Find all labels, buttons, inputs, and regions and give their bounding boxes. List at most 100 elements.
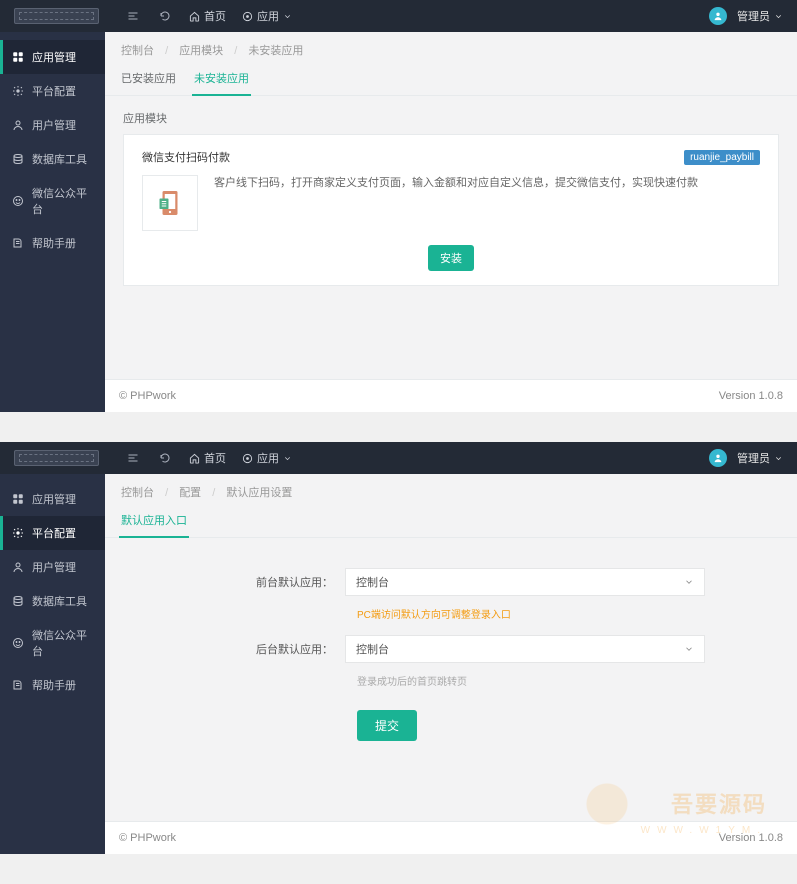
- chevron-down-icon: [684, 577, 694, 587]
- chevron-down-icon: [774, 12, 783, 21]
- section-label: 应用模块: [105, 96, 797, 134]
- tab-not-installed[interactable]: 未安装应用: [192, 64, 251, 96]
- sidebar-item-platform[interactable]: 平台配置: [0, 74, 105, 108]
- breadcrumb: 控制台 / 配置 / 默认应用设置: [105, 474, 797, 506]
- app-label: 应用: [257, 8, 279, 24]
- sidebar-item-apps-icon: [12, 51, 24, 63]
- install-button[interactable]: 安装: [428, 245, 474, 271]
- user-label: 管理员: [737, 8, 770, 24]
- sidebar-item-users[interactable]: 用户管理: [0, 550, 105, 584]
- sidebar-item-platform-icon: [12, 85, 24, 97]
- sidebar-item-label: 平台配置: [32, 525, 76, 541]
- refresh-icon[interactable]: [159, 10, 171, 22]
- sidebar-item-apps[interactable]: 应用管理: [0, 40, 105, 74]
- form-area: 前台默认应用： 控制台 PC端访问默认方向可调整登录入口 后台默认应用： 控制台: [105, 538, 797, 771]
- back-default-label: 后台默认应用：: [145, 641, 345, 657]
- refresh-icon[interactable]: [159, 452, 171, 464]
- sidebar-item-wechat[interactable]: 微信公众平台: [0, 176, 105, 226]
- footer-version: Version 1.0.8: [719, 832, 783, 844]
- sidebar-item-label: 帮助手册: [32, 677, 76, 693]
- sidebar-toggle-icon[interactable]: [127, 10, 139, 22]
- sidebar-item-help[interactable]: 帮助手册: [0, 668, 105, 702]
- sidebar-item-users-icon: [12, 119, 24, 131]
- sidebar-item-wechat-icon: [12, 195, 24, 207]
- sidebar-item-help-icon: [12, 237, 24, 249]
- sidebar-item-platform-icon: [12, 527, 24, 539]
- sidebar-item-database[interactable]: 数据库工具: [0, 142, 105, 176]
- sidebar-item-wechat[interactable]: 微信公众平台: [0, 618, 105, 668]
- crumb[interactable]: 配置: [179, 487, 201, 499]
- sidebar-item-label: 用户管理: [32, 117, 76, 133]
- sidebar-item-label: 平台配置: [32, 83, 76, 99]
- tabs: 已安装应用 未安装应用: [105, 64, 797, 96]
- sidebar-toggle-icon[interactable]: [127, 452, 139, 464]
- breadcrumb: 控制台 / 应用模块 / 未安装应用: [105, 32, 797, 64]
- avatar: [709, 449, 727, 467]
- user-menu[interactable]: 管理员: [709, 7, 783, 25]
- app-label: 应用: [257, 450, 279, 466]
- front-default-label: 前台默认应用：: [145, 574, 345, 590]
- chevron-down-icon: [283, 12, 292, 21]
- footer-version: Version 1.0.8: [719, 390, 783, 402]
- sidebar-item-platform[interactable]: 平台配置: [0, 516, 105, 550]
- footer-copyright: © PHPwork: [119, 390, 176, 402]
- user-label: 管理员: [737, 450, 770, 466]
- card-title: 微信支付扫码付款: [142, 149, 230, 165]
- logo[interactable]: [14, 450, 99, 466]
- chevron-down-icon: [774, 454, 783, 463]
- sidebar-item-help-icon: [12, 679, 24, 691]
- back-default-select[interactable]: 控制台: [345, 635, 705, 663]
- crumb: 未安装应用: [248, 45, 303, 57]
- footer-copyright: © PHPwork: [119, 832, 176, 844]
- sidebar: 应用管理平台配置用户管理数据库工具微信公众平台帮助手册: [0, 474, 105, 854]
- footer: © PHPwork Version 1.0.8: [105, 821, 797, 854]
- select-value: 控制台: [356, 641, 389, 657]
- sidebar-item-label: 数据库工具: [32, 593, 87, 609]
- sidebar-item-help[interactable]: 帮助手册: [0, 226, 105, 260]
- crumb[interactable]: 控制台: [121, 487, 154, 499]
- crumb[interactable]: 控制台: [121, 45, 154, 57]
- crumb[interactable]: 应用模块: [179, 45, 223, 57]
- sidebar-item-label: 应用管理: [32, 49, 76, 65]
- sidebar-item-label: 用户管理: [32, 559, 76, 575]
- user-menu[interactable]: 管理员: [709, 449, 783, 467]
- sidebar-item-wechat-icon: [12, 637, 24, 649]
- sidebar-item-apps[interactable]: 应用管理: [0, 482, 105, 516]
- home-label: 首页: [204, 8, 226, 24]
- sidebar-item-label: 微信公众平台: [32, 185, 93, 217]
- sidebar-item-database-icon: [12, 595, 24, 607]
- sidebar: 应用管理平台配置用户管理数据库工具微信公众平台帮助手册: [0, 32, 105, 412]
- tab-default-entry[interactable]: 默认应用入口: [119, 506, 189, 538]
- topbar: 首页 应用 管理员: [0, 0, 797, 32]
- screenshot-panel-2: 首页 应用 管理员 应用管理平台配置用户管理数据库工具微信公众平台帮助手册 控制…: [0, 442, 797, 854]
- front-default-select[interactable]: 控制台: [345, 568, 705, 596]
- tab-installed[interactable]: 已安装应用: [119, 64, 178, 95]
- module-thumbnail: [142, 175, 198, 231]
- module-description: 客户线下扫码，打开商家定义支付页面，输入金额和对应自定义信息，提交微信支付，实现…: [214, 175, 760, 193]
- chevron-down-icon: [684, 644, 694, 654]
- chevron-down-icon: [283, 454, 292, 463]
- topbar: 首页 应用 管理员: [0, 442, 797, 474]
- sidebar-item-database-icon: [12, 153, 24, 165]
- home-link[interactable]: 首页: [189, 450, 226, 466]
- sidebar-item-label: 数据库工具: [32, 151, 87, 167]
- screenshot-panel-1: 首页 应用 管理员 应用管理平台配置用户管理数据库工具微信公众平台帮助手册 控制…: [0, 0, 797, 412]
- crumb: 默认应用设置: [226, 487, 292, 499]
- sidebar-item-label: 微信公众平台: [32, 627, 93, 659]
- logo[interactable]: [14, 8, 99, 24]
- back-hint: 登录成功后的首页跳转页: [145, 669, 757, 702]
- sidebar-item-label: 应用管理: [32, 491, 76, 507]
- sidebar-item-database[interactable]: 数据库工具: [0, 584, 105, 618]
- content-area: 控制台 / 应用模块 / 未安装应用 已安装应用 未安装应用 应用模块 微信支付…: [105, 32, 797, 412]
- home-link[interactable]: 首页: [189, 8, 226, 24]
- watermark-text: 吾要源码: [671, 787, 767, 819]
- tabs: 默认应用入口: [105, 506, 797, 538]
- select-value: 控制台: [356, 574, 389, 590]
- app-dropdown[interactable]: 应用: [242, 8, 292, 24]
- home-label: 首页: [204, 450, 226, 466]
- footer: © PHPwork Version 1.0.8: [105, 379, 797, 412]
- app-dropdown[interactable]: 应用: [242, 450, 292, 466]
- submit-button[interactable]: 提交: [357, 710, 417, 741]
- avatar: [709, 7, 727, 25]
- sidebar-item-users[interactable]: 用户管理: [0, 108, 105, 142]
